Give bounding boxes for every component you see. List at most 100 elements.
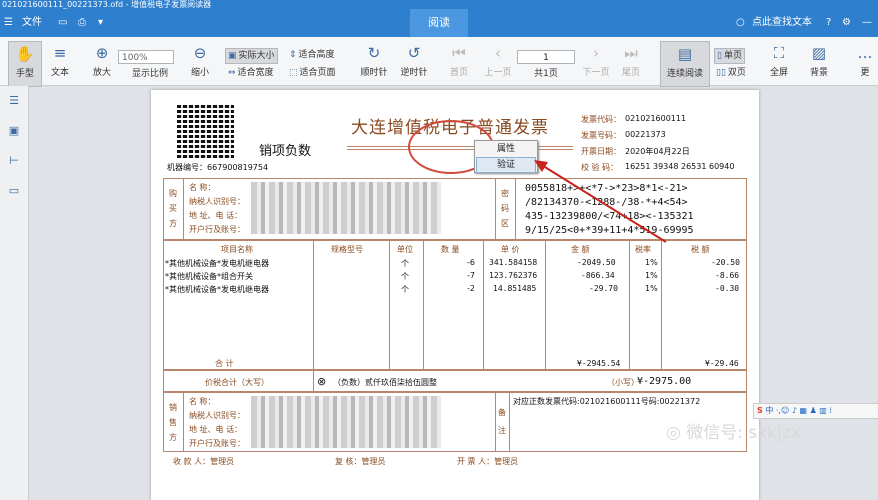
search-icon[interactable]: ○ — [736, 9, 745, 37]
double-page-icon: ▯▯ — [716, 68, 726, 78]
last-page-icon: ⏭ — [624, 44, 638, 62]
header-tax: 税 额 — [691, 245, 710, 254]
rotate-cw-label: 顺时针 — [360, 68, 388, 78]
machine-no: 机器编号：667900819754 — [167, 163, 269, 172]
fullscreen-icon: ⛶ — [773, 44, 785, 62]
header-spec: 规格型号 — [331, 245, 363, 254]
continuous-icon: ▤ — [677, 45, 693, 63]
thumbnail-icon[interactable]: ▣ — [7, 124, 21, 138]
left-sidebar: ☰ ▣ ⊢ ▭ — [0, 86, 29, 500]
gear-icon[interactable]: ⚙ — [842, 9, 851, 37]
reviewer: 复 核：管理员 — [335, 457, 386, 466]
password-label: 密码区 — [501, 189, 509, 228]
seller-address-label: 地 址、电 话： — [189, 425, 243, 434]
double-page-button[interactable]: ▯▯ 双页 — [714, 66, 748, 80]
rotate-ccw-label: 逆时针 — [400, 68, 428, 78]
text-label: 文本 — [50, 68, 69, 78]
sum-label: 价税合计（大写） — [205, 378, 269, 387]
page-number-input[interactable]: 1 — [517, 50, 575, 64]
item-qty: -6 — [467, 258, 475, 267]
password-divider-left — [495, 178, 496, 240]
outline-icon[interactable]: ☰ — [7, 94, 21, 108]
fit-height-label: 适合高度 — [298, 50, 335, 60]
comment-icon[interactable]: ▭ — [7, 184, 21, 198]
circle-x-icon: ⊗ — [317, 375, 327, 388]
zoom-out-icon: ⊖ — [193, 44, 207, 62]
print-icon[interactable]: ⎙ — [78, 9, 86, 37]
continuous-read-button[interactable]: ▤ 连续阅读 — [660, 41, 710, 87]
rotate-cw-icon: ↻ — [367, 44, 381, 62]
sogou-icon: S — [757, 406, 763, 415]
first-page-label: 首页 — [449, 68, 468, 78]
fullscreen-button[interactable]: ⛶ 全屏 — [764, 41, 794, 85]
single-page-button[interactable]: ▯ 单页 — [714, 48, 745, 64]
col-divider — [661, 240, 662, 370]
item-name: *其他机械设备*发电机继电器 — [165, 285, 269, 294]
more-label: 更 — [860, 68, 870, 78]
actual-size-button[interactable]: ▣ 实际大小 — [225, 48, 278, 64]
remark-divider-right — [509, 392, 510, 452]
first-page-button[interactable]: ⏮ 首页 — [444, 41, 474, 85]
sum-small: ¥-2975.00 — [637, 376, 692, 387]
zoom-in-label: 放大 — [92, 68, 111, 78]
more-button[interactable]: … 更 — [854, 41, 876, 85]
app-menu-icon[interactable]: ☰ — [4, 9, 13, 37]
buyer-divider — [183, 178, 184, 240]
item-unit: 个 — [401, 259, 409, 268]
fit-width-label: 适合宽度 — [237, 68, 274, 78]
help-icon[interactable]: ? — [826, 9, 831, 37]
item-amount: -29.70 — [589, 284, 618, 293]
watermark-text: 微信号: sxkjzx — [686, 423, 801, 443]
window-title-bar: 021021600111_00221373.ofd - 增值税电子发票阅读器 — [0, 0, 878, 9]
open-icon[interactable]: ▭ — [58, 9, 67, 37]
context-menu-verify[interactable]: 验证 — [476, 157, 536, 173]
fit-height-button[interactable]: ⇕ 适合高度 — [287, 48, 337, 62]
zoom-in-icon: ⊕ — [95, 44, 109, 62]
next-page-button[interactable]: › 下一页 — [578, 41, 614, 85]
rotate-cw-button[interactable]: ↻ 顺时针 — [356, 41, 392, 85]
text-tool-button[interactable]: ≡ 文本 — [44, 41, 76, 85]
prev-page-button[interactable]: ‹ 上一页 — [480, 41, 516, 85]
fit-page-icon: ⬚ — [289, 68, 298, 78]
header-qty: 数 量 — [441, 245, 460, 254]
fit-page-button[interactable]: ⬚ 适合页面 — [287, 66, 338, 80]
seller-side-label: 销售方 — [169, 403, 177, 442]
zoom-out-button[interactable]: ⊖ 缩小 — [184, 41, 216, 85]
search-input[interactable]: 点此查找文本 — [752, 9, 812, 37]
wechat-icon: ◎ — [666, 423, 687, 443]
dropdown-icon[interactable]: ▾ — [98, 9, 103, 37]
fit-page-label: 适合页面 — [299, 68, 336, 78]
zoom-select[interactable]: 100% — [118, 50, 174, 64]
fit-height-icon: ⇕ — [289, 50, 297, 60]
context-menu: 属性 验证 — [474, 140, 538, 173]
file-menu[interactable]: 文件 — [22, 9, 42, 37]
ime-toolbar[interactable]: S 中 ·,☺ ♪ ▦ ♟ ▥ ⁞ — [753, 403, 878, 419]
item-price: 341.584158 — [489, 258, 538, 267]
item-name: *其他机械设备*发电机继电器 — [165, 259, 269, 268]
seller-bank-label: 开户行及账号： — [189, 439, 245, 448]
actual-size-label: 实际大小 — [238, 51, 275, 61]
item-price: 123.762376 — [489, 271, 538, 280]
rotate-ccw-button[interactable]: ↺ 逆时针 — [396, 41, 432, 85]
header-unit: 单位 — [397, 245, 413, 254]
tab-read[interactable]: 阅读 — [410, 9, 468, 37]
context-menu-properties[interactable]: 属性 — [476, 142, 536, 156]
fit-width-button[interactable]: ⇔ 适合宽度 — [226, 66, 276, 80]
invoice-number: 00221373 — [625, 130, 666, 139]
background-icon: ▨ — [811, 44, 827, 62]
buyer-bank-label: 开户行及账号： — [189, 225, 245, 234]
header-price: 单 价 — [501, 245, 520, 254]
single-page-label: 单页 — [723, 51, 742, 61]
remark-text: 对应正数发票代码:021021600111号码:00221372 — [513, 397, 701, 406]
minimize-icon[interactable]: — — [862, 9, 872, 37]
sum-upper: （负数）贰仟玖佰柒拾伍圆整 — [333, 378, 437, 387]
last-page-button[interactable]: ⏭ 尾页 — [616, 41, 646, 85]
background-button[interactable]: ▨ 背景 — [802, 41, 836, 85]
tree-icon[interactable]: ⊢ — [7, 154, 21, 168]
negative-label: 销项负数 — [259, 144, 312, 159]
hand-tool-button[interactable]: ✋ 手型 — [8, 41, 42, 87]
total-tax: ¥-29.46 — [705, 359, 739, 368]
hand-icon: ✋ — [15, 45, 35, 63]
chevron-right-icon: › — [593, 44, 599, 62]
zoom-in-button[interactable]: ⊕ 放大 — [86, 41, 118, 85]
